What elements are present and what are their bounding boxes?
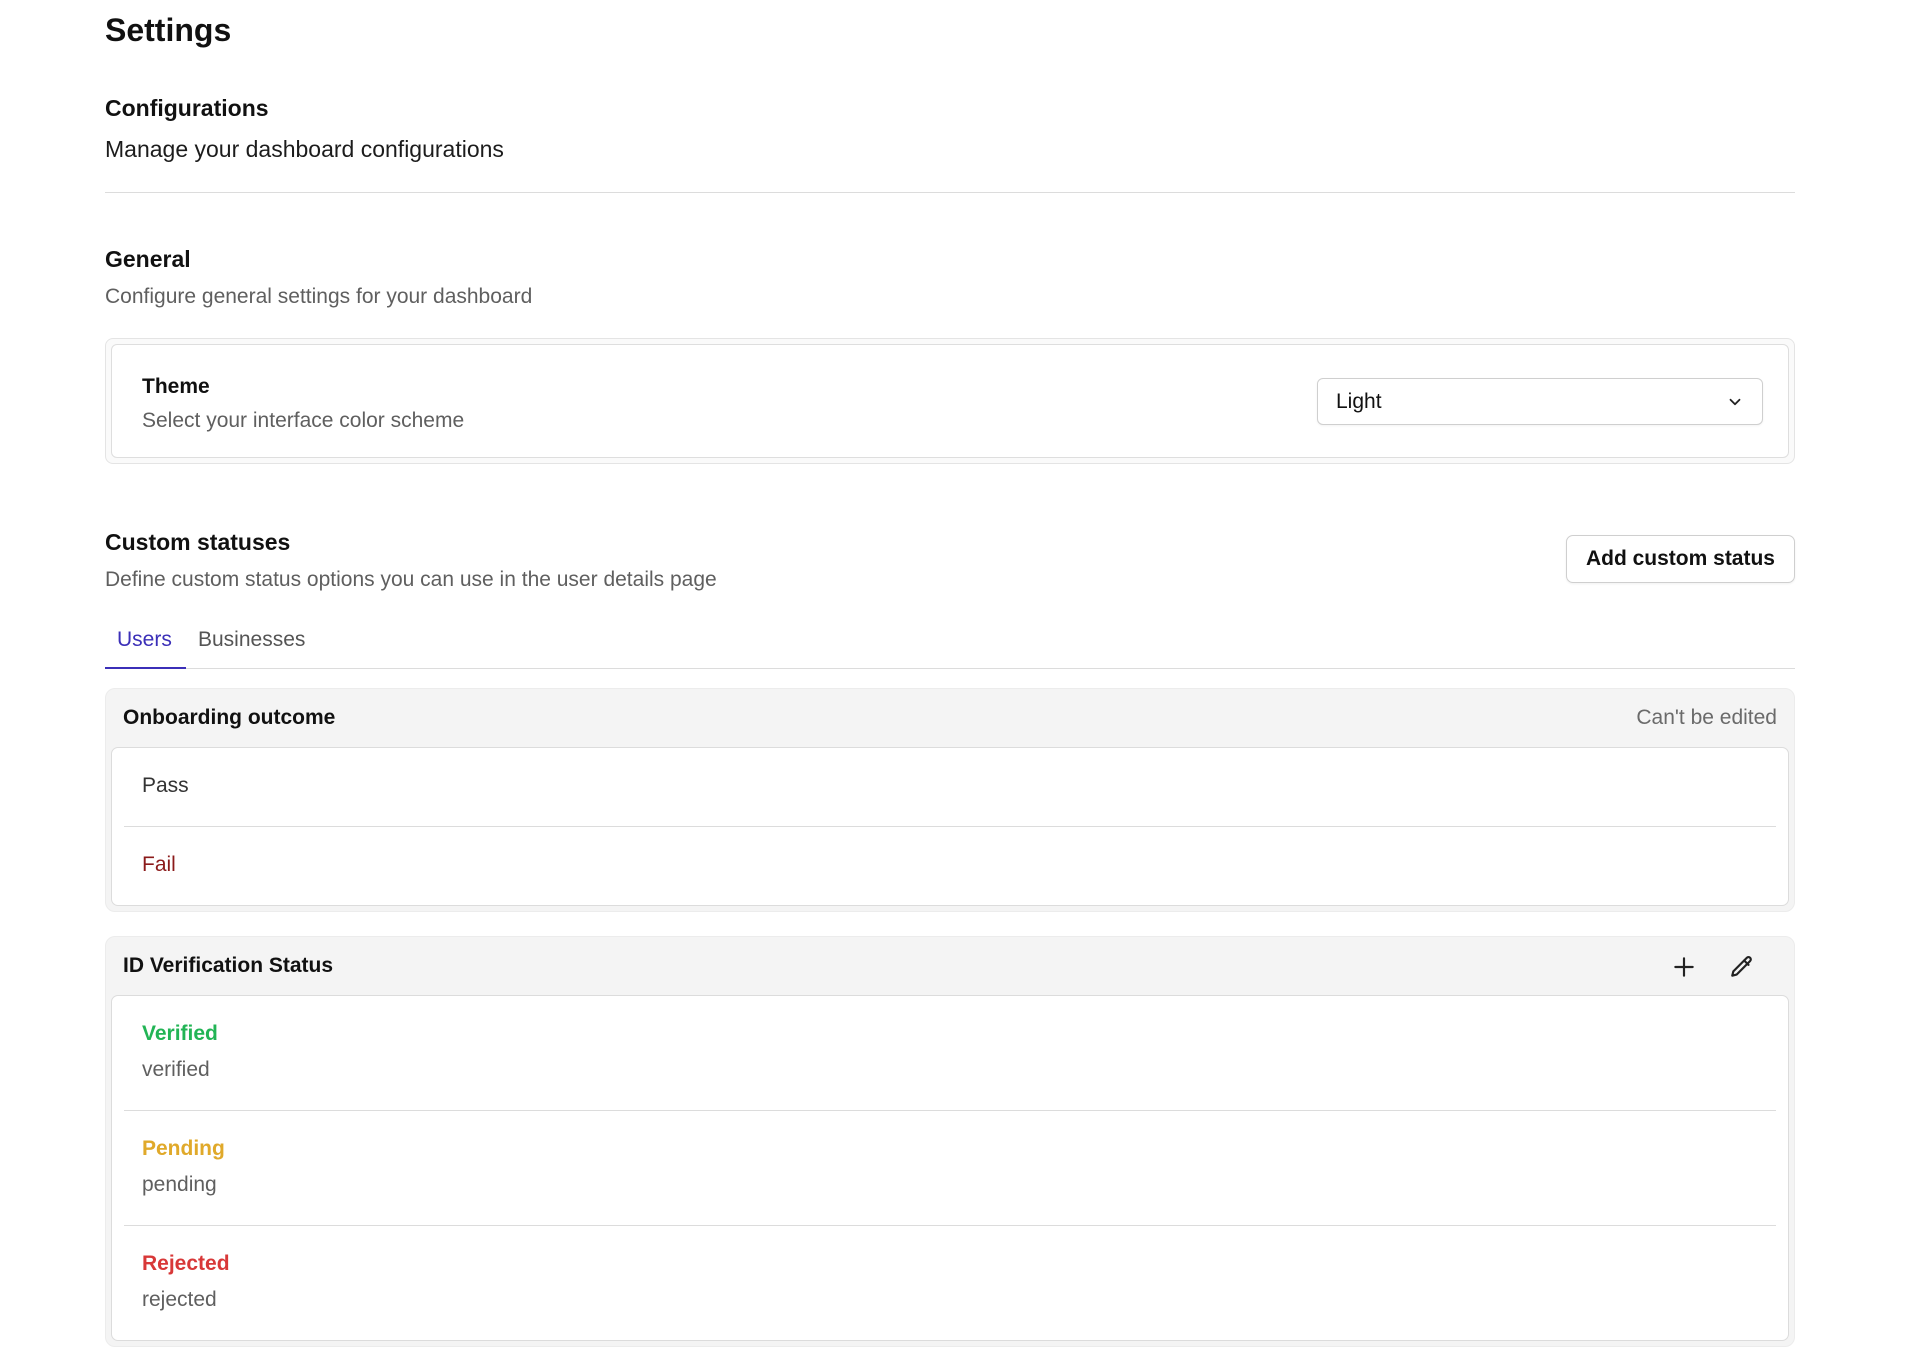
group-body: Pass Fail — [111, 747, 1789, 906]
theme-label: Theme — [142, 375, 210, 398]
status-value: rejected — [142, 1288, 217, 1311]
add-custom-status-button[interactable]: Add custom status — [1565, 535, 1795, 583]
pencil-icon[interactable] — [1729, 954, 1755, 980]
theme-select[interactable]: Light — [1317, 378, 1763, 425]
status-label: Rejected — [142, 1252, 230, 1275]
general-description: Configure general settings for your dash… — [105, 285, 533, 308]
group-body: Verified verified Pending pending Reject… — [111, 995, 1789, 1341]
theme-select-value: Light — [1336, 390, 1382, 413]
tab-businesses[interactable]: Businesses — [186, 628, 317, 668]
theme-setting-card: Theme Select your interface color scheme… — [105, 338, 1795, 464]
configurations-title: Configurations — [105, 95, 269, 121]
list-item: Fail — [124, 827, 1776, 905]
not-editable-note: Can't be edited — [1636, 706, 1777, 729]
onboarding-outcome-group: Onboarding outcome Can't be edited Pass … — [105, 688, 1795, 912]
custom-statuses-title: Custom statuses — [105, 529, 291, 555]
plus-icon[interactable] — [1671, 954, 1697, 980]
general-title: General — [105, 246, 191, 272]
status-label: Pass — [142, 774, 189, 797]
status-label: Fail — [142, 853, 176, 876]
section-divider — [105, 192, 1795, 193]
configurations-header: Configurations Manage your dashboard con… — [105, 94, 504, 163]
custom-statuses-header: Custom statuses Define custom status opt… — [105, 528, 717, 594]
group-header: ID Verification Status — [111, 937, 1789, 995]
tab-users[interactable]: Users — [105, 628, 184, 668]
custom-statuses-description: Define custom status options you can use… — [105, 568, 717, 591]
status-label: Pending — [142, 1137, 225, 1160]
chevron-down-icon — [1729, 398, 1741, 406]
general-header: General Configure general settings for y… — [105, 245, 532, 311]
group-title: ID Verification Status — [123, 954, 334, 977]
status-value: verified — [142, 1058, 210, 1081]
status-label: Verified — [142, 1022, 218, 1045]
group-header: Onboarding outcome Can't be edited — [111, 689, 1789, 747]
list-item: Pass — [124, 748, 1776, 827]
status-value: pending — [142, 1173, 217, 1196]
active-tab-indicator — [105, 667, 186, 669]
list-item: Pending pending — [124, 1111, 1776, 1226]
page-title: Settings — [105, 12, 232, 48]
theme-description: Select your interface color scheme — [142, 409, 465, 432]
configurations-description: Manage your dashboard configurations — [105, 136, 504, 162]
group-title: Onboarding outcome — [123, 706, 336, 729]
list-item: Rejected rejected — [124, 1226, 1776, 1340]
list-item: Verified verified — [124, 996, 1776, 1111]
id-verification-status-group: ID Verification Status Verified verified… — [105, 936, 1795, 1347]
status-tabs: Users Businesses — [105, 620, 1795, 669]
theme-setting-inner: Theme Select your interface color scheme… — [111, 344, 1789, 458]
